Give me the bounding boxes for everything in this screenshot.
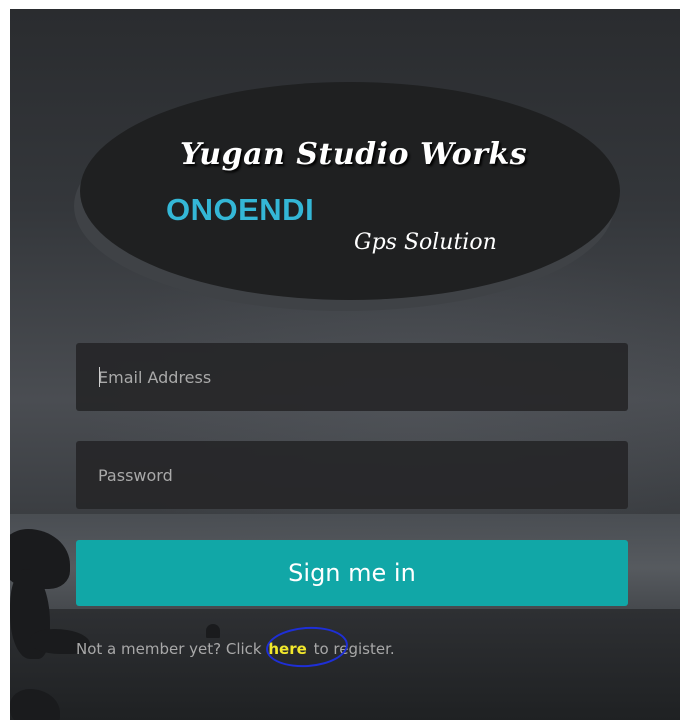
register-link-label: here bbox=[268, 640, 307, 658]
register-prompt: Not a member yet? Click here to register… bbox=[76, 639, 395, 659]
background-shore bbox=[10, 609, 680, 720]
logo-tagline: Gps Solution bbox=[354, 230, 497, 255]
register-link[interactable]: here bbox=[263, 639, 312, 659]
password-field[interactable] bbox=[76, 441, 628, 509]
register-prefix: Not a member yet? Click bbox=[76, 640, 267, 658]
sign-in-button[interactable]: Sign me in bbox=[76, 540, 628, 606]
login-screen: Yugan Studio Works ONOENDI Gps Solution … bbox=[10, 9, 680, 720]
logo-brand: ONOENDI bbox=[166, 192, 315, 227]
register-suffix: to register. bbox=[308, 640, 395, 658]
logo-ellipse bbox=[80, 82, 620, 300]
background-rock bbox=[206, 624, 220, 638]
logo-title: Yugan Studio Works bbox=[180, 137, 528, 172]
text-cursor bbox=[99, 367, 100, 387]
email-field[interactable] bbox=[76, 343, 628, 411]
